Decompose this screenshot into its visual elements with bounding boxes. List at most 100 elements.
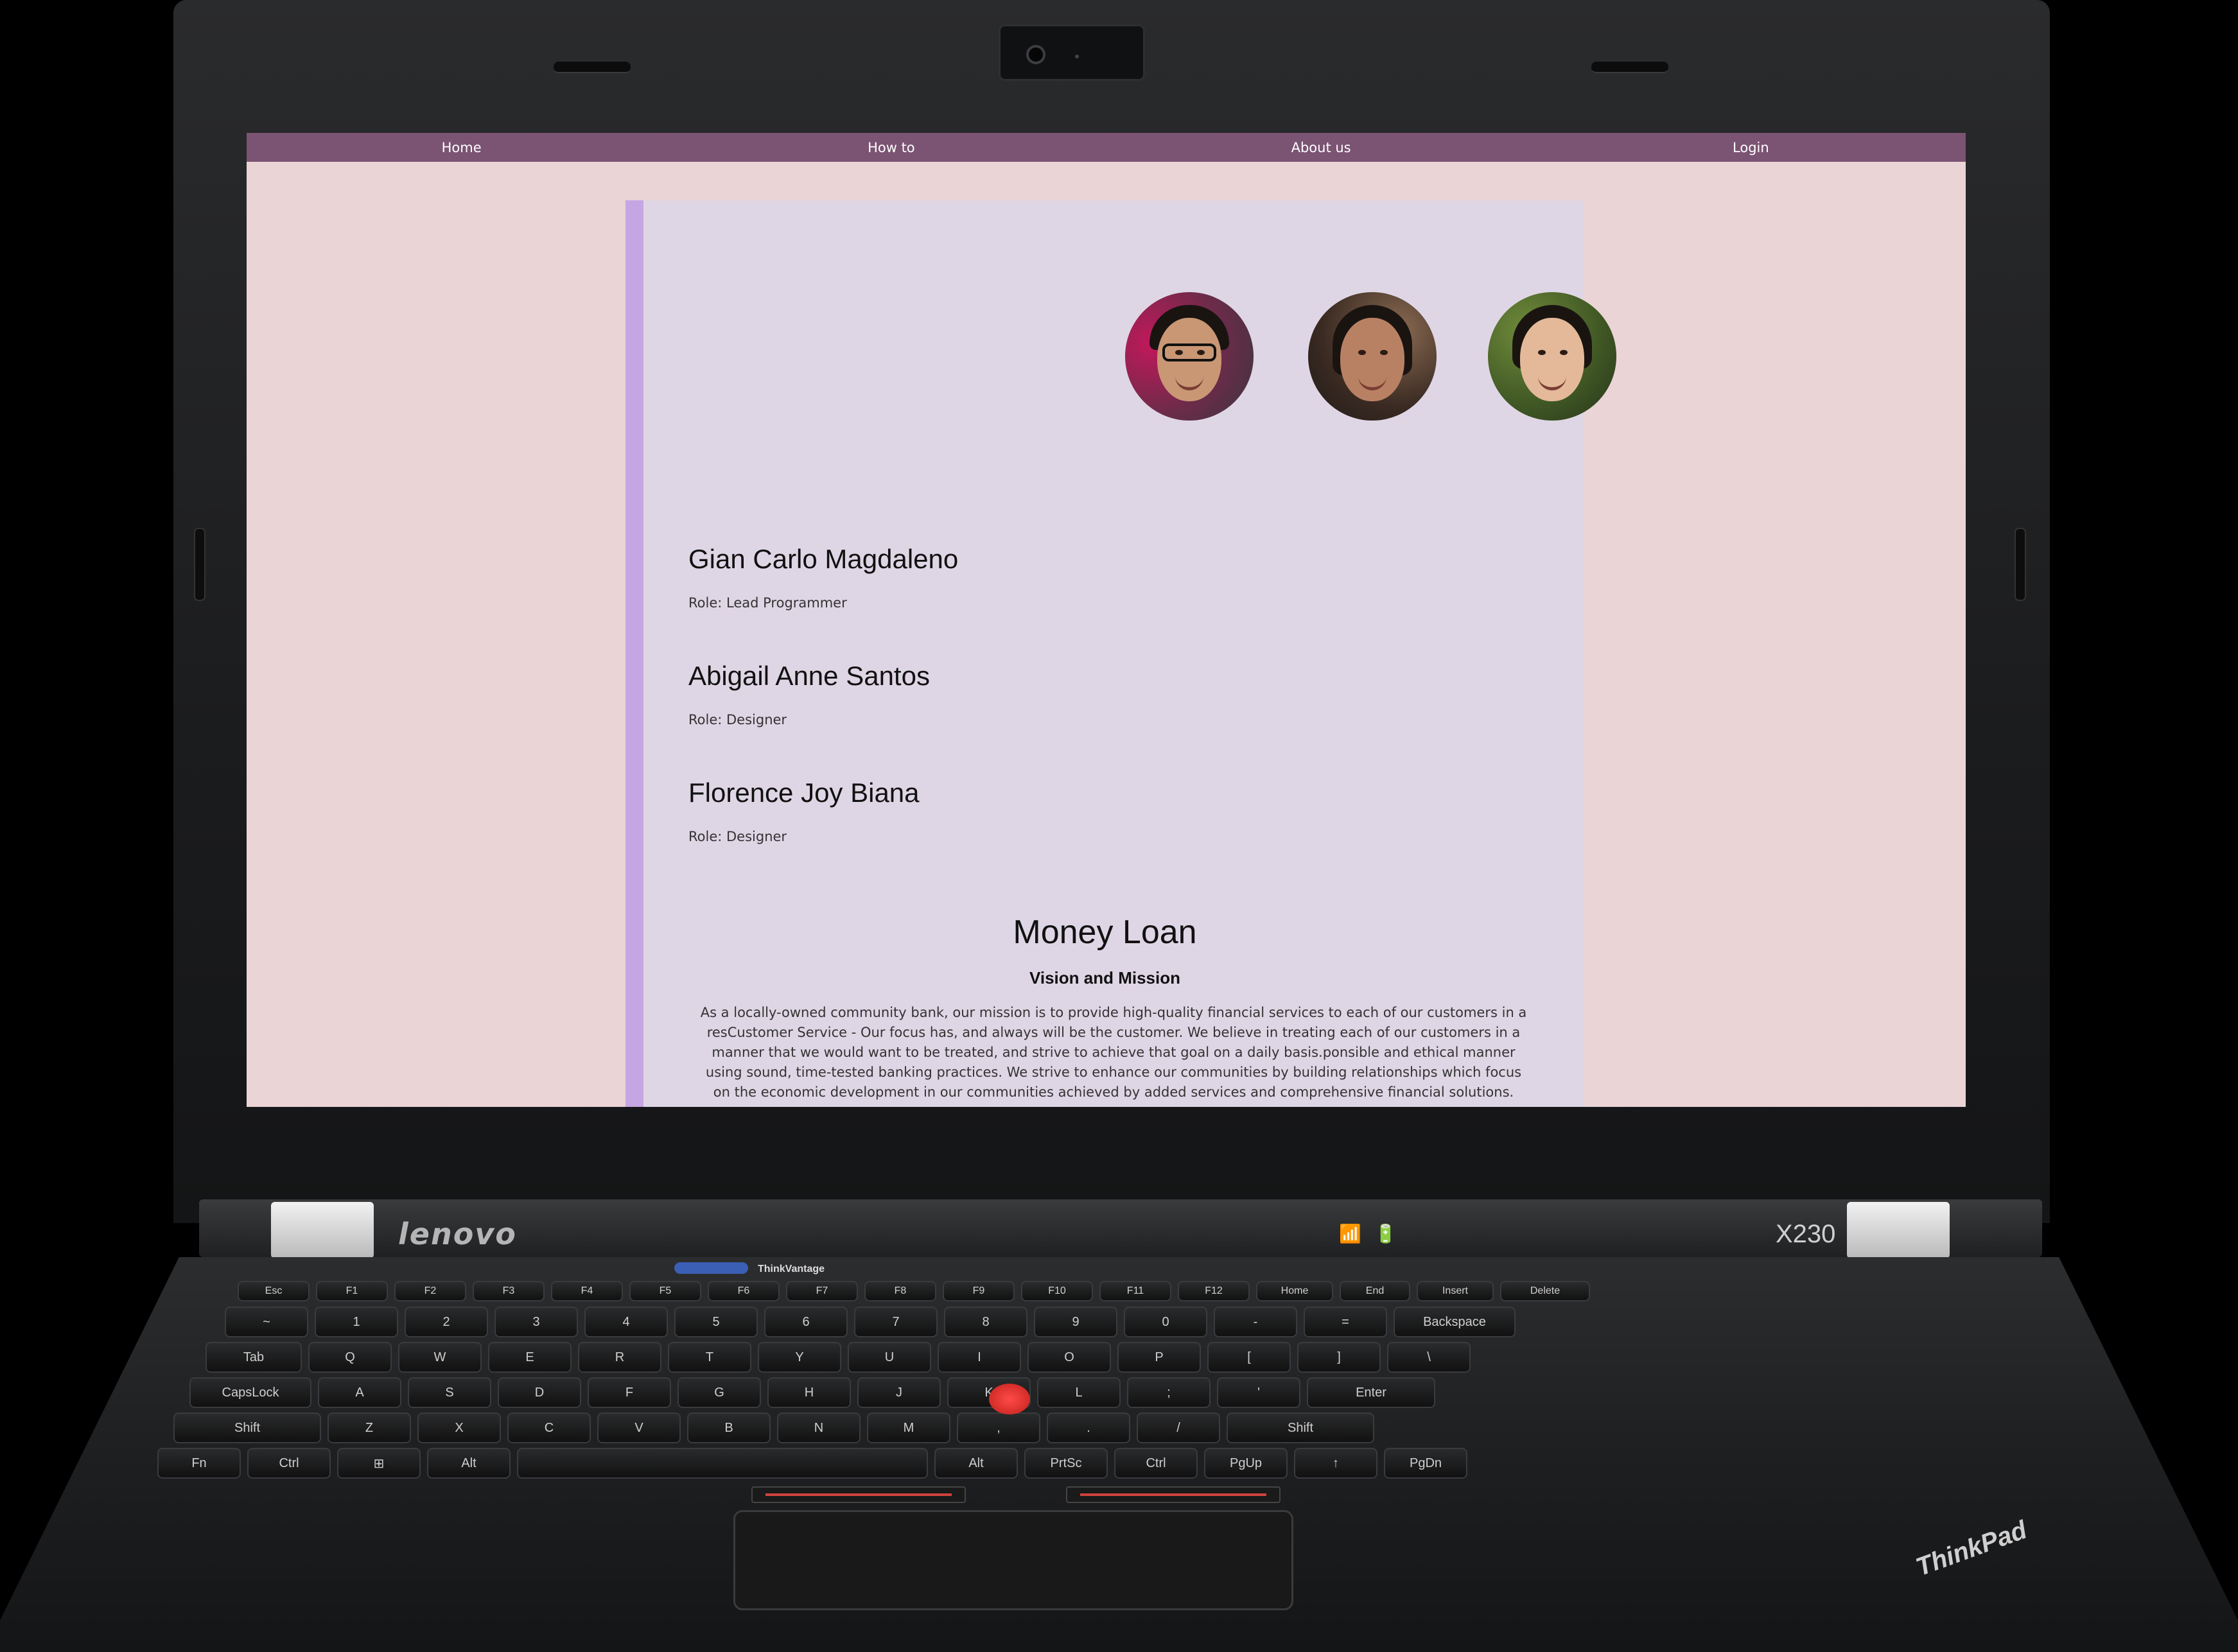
key-f[interactable]: F (588, 1377, 671, 1408)
key-3[interactable]: 3 (494, 1307, 578, 1337)
nav-about-us[interactable]: About us (1106, 133, 1536, 162)
key--[interactable]: / (1137, 1413, 1220, 1443)
trackpoint[interactable] (989, 1384, 1030, 1414)
key-row-home: CapsLock A S D F G H J K L; ' Enter (189, 1377, 1435, 1411)
key-capslock[interactable]: CapsLock (189, 1377, 311, 1408)
nav-login[interactable]: Login (1536, 133, 1966, 162)
key-alt[interactable]: Alt (427, 1448, 511, 1479)
key-ctrl[interactable]: Ctrl (247, 1448, 331, 1479)
webcam-bezel (999, 24, 1145, 81)
key-f11[interactable]: F11 (1099, 1281, 1171, 1301)
key--[interactable]: [ (1207, 1342, 1291, 1373)
key-y[interactable]: Y (758, 1342, 841, 1373)
key-pgdn[interactable]: PgDn (1384, 1448, 1467, 1479)
key-j[interactable]: J (857, 1377, 941, 1408)
trackpoint-left-button[interactable] (751, 1486, 966, 1503)
key-alt[interactable]: Alt (934, 1448, 1018, 1479)
key-pgup[interactable]: PgUp (1204, 1448, 1288, 1479)
key-f1[interactable]: F1 (316, 1281, 388, 1301)
key--[interactable]: ↑ (1294, 1448, 1377, 1479)
key-delete[interactable]: Delete (1500, 1281, 1590, 1301)
key-7[interactable]: 7 (854, 1307, 938, 1337)
key-f3[interactable]: F3 (473, 1281, 545, 1301)
key-b[interactable]: B (687, 1413, 771, 1443)
key--[interactable]: ] (1297, 1342, 1381, 1373)
key-x[interactable]: X (417, 1413, 501, 1443)
key-shift[interactable]: Shift (1227, 1413, 1374, 1443)
key-2[interactable]: 2 (405, 1307, 488, 1337)
key--[interactable]: , (957, 1413, 1040, 1443)
nav-home[interactable]: Home (247, 133, 676, 162)
key-u[interactable]: U (848, 1342, 931, 1373)
key-end[interactable]: End (1340, 1281, 1410, 1301)
key-c[interactable]: C (507, 1413, 591, 1443)
key-t[interactable]: T (668, 1342, 751, 1373)
key-space[interactable] (517, 1448, 928, 1479)
key-1[interactable]: 1 (315, 1307, 398, 1337)
key--[interactable]: . (1047, 1413, 1130, 1443)
key-6[interactable]: 6 (764, 1307, 848, 1337)
key-v[interactable]: V (597, 1413, 681, 1443)
key--[interactable]: ; (1127, 1377, 1211, 1408)
key--[interactable]: ~ (225, 1307, 308, 1337)
key-l[interactable]: L (1037, 1377, 1121, 1408)
key-d[interactable]: D (498, 1377, 581, 1408)
lid-vent-left (554, 62, 631, 73)
key-0[interactable]: 0 (1124, 1307, 1207, 1337)
key-i[interactable]: I (938, 1342, 1021, 1373)
key-r[interactable]: R (578, 1342, 661, 1373)
key-enter[interactable]: Enter (1307, 1377, 1435, 1408)
key-f8[interactable]: F8 (864, 1281, 936, 1301)
key-p[interactable]: P (1117, 1342, 1201, 1373)
key-4[interactable]: 4 (584, 1307, 668, 1337)
key-n[interactable]: N (777, 1413, 861, 1443)
nav-how-to[interactable]: How to (676, 133, 1106, 162)
key-h[interactable]: H (767, 1377, 851, 1408)
key-z[interactable]: Z (328, 1413, 411, 1443)
hinge-left (271, 1202, 374, 1258)
key-fn[interactable]: Fn (157, 1448, 241, 1479)
key-q[interactable]: Q (308, 1342, 392, 1373)
key-5[interactable]: 5 (674, 1307, 758, 1337)
key-home[interactable]: Home (1256, 1281, 1333, 1301)
key-ctrl[interactable]: Ctrl (1114, 1448, 1198, 1479)
key-f12[interactable]: F12 (1178, 1281, 1250, 1301)
key-backspace[interactable]: Backspace (1394, 1307, 1516, 1337)
key--[interactable]: ⊞ (337, 1448, 421, 1479)
key-f2[interactable]: F2 (394, 1281, 466, 1301)
key-e[interactable]: E (488, 1342, 572, 1373)
member-name: Gian Carlo Magdaleno (688, 544, 959, 574)
key-g[interactable]: G (678, 1377, 761, 1408)
key-f4[interactable]: F4 (551, 1281, 623, 1301)
key-w[interactable]: W (398, 1342, 482, 1373)
key-f10[interactable]: F10 (1021, 1281, 1093, 1301)
key-f5[interactable]: F5 (629, 1281, 701, 1301)
key-s[interactable]: S (408, 1377, 491, 1408)
key-prtsc[interactable]: PrtSc (1024, 1448, 1108, 1479)
key-9[interactable]: 9 (1034, 1307, 1117, 1337)
member-name: Abigail Anne Santos (688, 661, 930, 691)
key-tab[interactable]: Tab (205, 1342, 302, 1373)
key-row-bottom: Fn Ctrl ⊞ Alt Alt PrtSc Ctrl PgUp ↑ PgDn (157, 1448, 1467, 1481)
key-esc[interactable]: Esc (238, 1281, 310, 1301)
key-o[interactable]: O (1027, 1342, 1111, 1373)
key-8[interactable]: 8 (944, 1307, 1027, 1337)
trackpoint-right-button[interactable] (1066, 1486, 1281, 1503)
key--[interactable]: = (1304, 1307, 1387, 1337)
lid-vent-right (1591, 62, 1668, 73)
key--[interactable]: \ (1387, 1342, 1471, 1373)
key-insert[interactable]: Insert (1417, 1281, 1494, 1301)
member-role: Role: Designer (688, 829, 787, 844)
key-m[interactable]: M (867, 1413, 950, 1443)
key-shift[interactable]: Shift (173, 1413, 321, 1443)
key--[interactable]: - (1214, 1307, 1297, 1337)
key-f7[interactable]: F7 (786, 1281, 858, 1301)
laptop-screen: Home How to About us Login Gian Carlo Ma… (247, 133, 1966, 1107)
key-f6[interactable]: F6 (708, 1281, 780, 1301)
touchpad[interactable] (733, 1510, 1293, 1610)
key--[interactable]: ' (1217, 1377, 1300, 1408)
avatar-florence (1488, 292, 1616, 421)
lid-latch-right (2015, 528, 2026, 601)
key-f9[interactable]: F9 (943, 1281, 1015, 1301)
key-a[interactable]: A (318, 1377, 401, 1408)
